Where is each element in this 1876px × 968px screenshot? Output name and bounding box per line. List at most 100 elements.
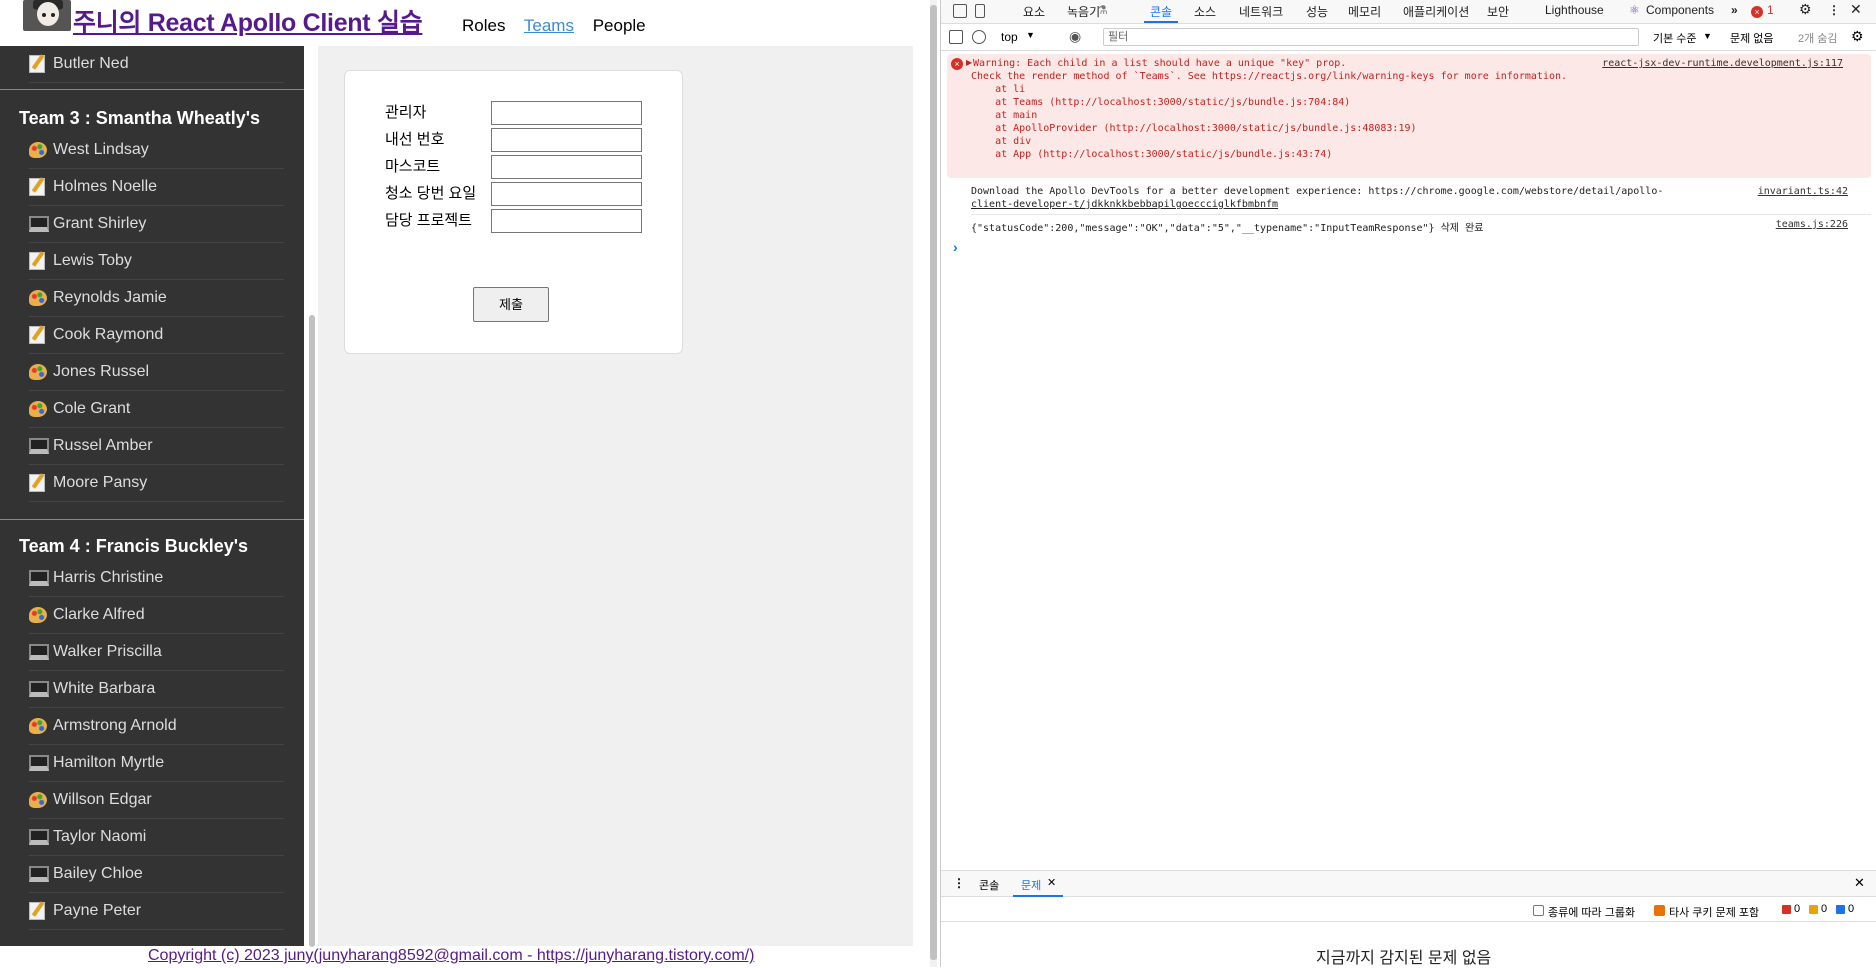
context-select[interactable]: top — [1001, 30, 1018, 44]
close-icon[interactable]: ✕ — [1854, 875, 1865, 891]
list-item[interactable]: Cook Raymond — [29, 317, 284, 354]
list-item[interactable]: Payne Peter — [29, 893, 284, 930]
tab-memory[interactable]: 메모리 — [1348, 3, 1381, 20]
more-tabs-icon[interactable]: » — [1731, 3, 1738, 17]
tab-elements[interactable]: 요소 — [1023, 3, 1045, 20]
page-scrollbar-thumb[interactable] — [930, 5, 937, 960]
palette-icon — [29, 290, 47, 306]
list-item[interactable]: West Lindsay — [29, 132, 284, 169]
device-toolbar-icon[interactable] — [975, 4, 985, 18]
member-name: White Barbara — [53, 680, 156, 697]
tab-lighthouse[interactable]: Lighthouse — [1545, 3, 1604, 17]
member-name: Cook Raymond — [53, 326, 164, 343]
list-item[interactable]: Walker Priscilla — [29, 634, 284, 671]
list-item[interactable]: Armstrong Arnold — [29, 708, 284, 745]
app-header: 주니의 React Apollo Client 실습 Roles Teams P… — [0, 0, 927, 46]
app-title-link[interactable]: 주니의 React Apollo Client 실습 — [73, 3, 423, 39]
console-prompt[interactable]: › — [953, 239, 958, 255]
list-item[interactable]: Jones Russel — [29, 354, 284, 391]
list-item[interactable]: White Barbara — [29, 671, 284, 708]
third-party-checkbox[interactable] — [1654, 905, 1665, 916]
teams-sidebar[interactable]: Butler Ned Team 3 : Smantha Wheatly's We… — [0, 46, 304, 946]
tab-application[interactable]: 애플리케이션 — [1403, 3, 1469, 20]
member-name: Harris Christine — [53, 569, 164, 586]
list-item[interactable]: Hamilton Myrtle — [29, 745, 284, 782]
laptop-icon — [29, 644, 49, 660]
nav-people[interactable]: People — [593, 16, 646, 35]
drawer-menu-icon[interactable]: ⋮ — [953, 876, 965, 890]
list-item[interactable]: Clarke Alfred — [29, 597, 284, 634]
member-name: Walker Priscilla — [53, 643, 162, 660]
list-item[interactable]: Butler Ned — [29, 46, 284, 83]
team-title: Team 3 : Smantha Wheatly's — [19, 108, 261, 128]
info-source-link[interactable]: invariant.ts:42 — [1758, 186, 1848, 197]
close-icon[interactable]: ✕ — [1850, 1, 1862, 18]
palette-icon — [29, 364, 47, 380]
error-source-link[interactable]: react-jsx-dev-runtime.development.js:117 — [1602, 58, 1843, 69]
tab-sources[interactable]: 소스 — [1194, 3, 1216, 20]
sidebar-scrollbar[interactable] — [309, 315, 315, 947]
laptop-icon — [29, 216, 49, 232]
list-item[interactable]: Moore Pansy — [29, 465, 284, 502]
group-by-kind-checkbox[interactable] — [1533, 905, 1544, 916]
palette-icon — [29, 142, 47, 158]
list-item[interactable]: Lewis Toby — [29, 243, 284, 280]
nav-roles[interactable]: Roles — [462, 16, 505, 35]
error-count[interactable]: 1 — [1767, 3, 1774, 17]
cleaning-day-input[interactable] — [491, 182, 642, 206]
team-title: Team 4 : Francis Buckley's — [19, 536, 249, 556]
log-divider — [971, 214, 1871, 215]
tab-security[interactable]: 보안 — [1487, 3, 1509, 20]
log-level-select[interactable]: 기본 수준 — [1653, 30, 1697, 46]
log-source-link[interactable]: teams.js:226 — [1776, 219, 1848, 230]
error-icon: × — [951, 58, 963, 70]
member-name: Reynolds Jamie — [53, 289, 167, 306]
console-toolbar: top ▼ ◉ 필터 기본 수준 ▼ 문제 없음 2개 숨김 ⚙ — [941, 25, 1876, 51]
list-item[interactable]: Willson Edgar — [29, 782, 284, 819]
tab-network[interactable]: 네트워크 — [1239, 3, 1283, 20]
tab-recorder[interactable]: 녹음기 — [1067, 3, 1100, 20]
tab-performance[interactable]: 성능 — [1306, 3, 1328, 20]
mascot-input[interactable] — [491, 155, 642, 179]
footer-link[interactable]: Copyright (c) 2023 juny(junyharang8592@g… — [148, 947, 754, 965]
list-item[interactable]: Holmes Noelle — [29, 169, 284, 206]
drawer-tab-console[interactable]: 콘솔 — [979, 877, 999, 893]
project-input[interactable] — [491, 209, 642, 233]
member-name: Cole Grant — [53, 400, 131, 417]
drawer-tab-issues[interactable]: 문제 — [1021, 877, 1041, 893]
settings-icon[interactable]: ⚙ — [1851, 28, 1864, 45]
page-scrollbar[interactable] — [930, 0, 937, 967]
filter-input[interactable]: 필터 — [1103, 28, 1639, 46]
no-issues-message: 지금까지 감지된 문제 없음 — [1316, 950, 1492, 967]
clear-console-icon[interactable] — [972, 30, 986, 44]
list-item[interactable]: Taylor Naomi — [29, 819, 284, 856]
close-icon[interactable]: ✕ — [1047, 876, 1056, 889]
submit-button[interactable]: 제출 — [473, 287, 549, 322]
eye-icon[interactable]: ◉ — [1069, 28, 1081, 45]
nav-teams[interactable]: Teams — [524, 16, 574, 35]
main-nav: Roles Teams People — [462, 16, 660, 36]
tab-console[interactable]: 콘솔 — [1150, 3, 1172, 20]
team-divider — [0, 89, 304, 90]
expand-triangle-icon[interactable]: ▶ — [966, 58, 972, 67]
settings-icon[interactable]: ⚙ — [1799, 1, 1812, 18]
tab-components[interactable]: Components — [1646, 3, 1714, 17]
list-item[interactable]: Bailey Chloe — [29, 856, 284, 893]
manager-label: 관리자 — [385, 104, 427, 121]
sidebar-toggle-icon[interactable] — [949, 30, 963, 44]
list-item[interactable]: Russel Amber — [29, 428, 284, 465]
list-item[interactable]: Cole Grant — [29, 391, 284, 428]
list-item[interactable]: Reynolds Jamie — [29, 280, 284, 317]
list-item[interactable]: Harris Christine — [29, 560, 284, 597]
extension-label: 내선 번호 — [385, 131, 445, 148]
inspect-icon[interactable] — [953, 4, 967, 18]
laptop-icon — [29, 438, 49, 454]
manager-input[interactable] — [491, 101, 642, 125]
extension-input[interactable] — [491, 128, 642, 152]
more-menu-icon[interactable]: ⋮ — [1828, 3, 1840, 17]
member-name: Grant Shirley — [53, 215, 147, 232]
list-item[interactable]: Grant Shirley — [29, 206, 284, 243]
issues-status[interactable]: 문제 없음 — [1730, 30, 1774, 46]
info-message-line[interactable]: client-developer-t/jdkknkkbebbapilgoeccc… — [971, 199, 1278, 210]
laptop-icon — [29, 570, 49, 586]
